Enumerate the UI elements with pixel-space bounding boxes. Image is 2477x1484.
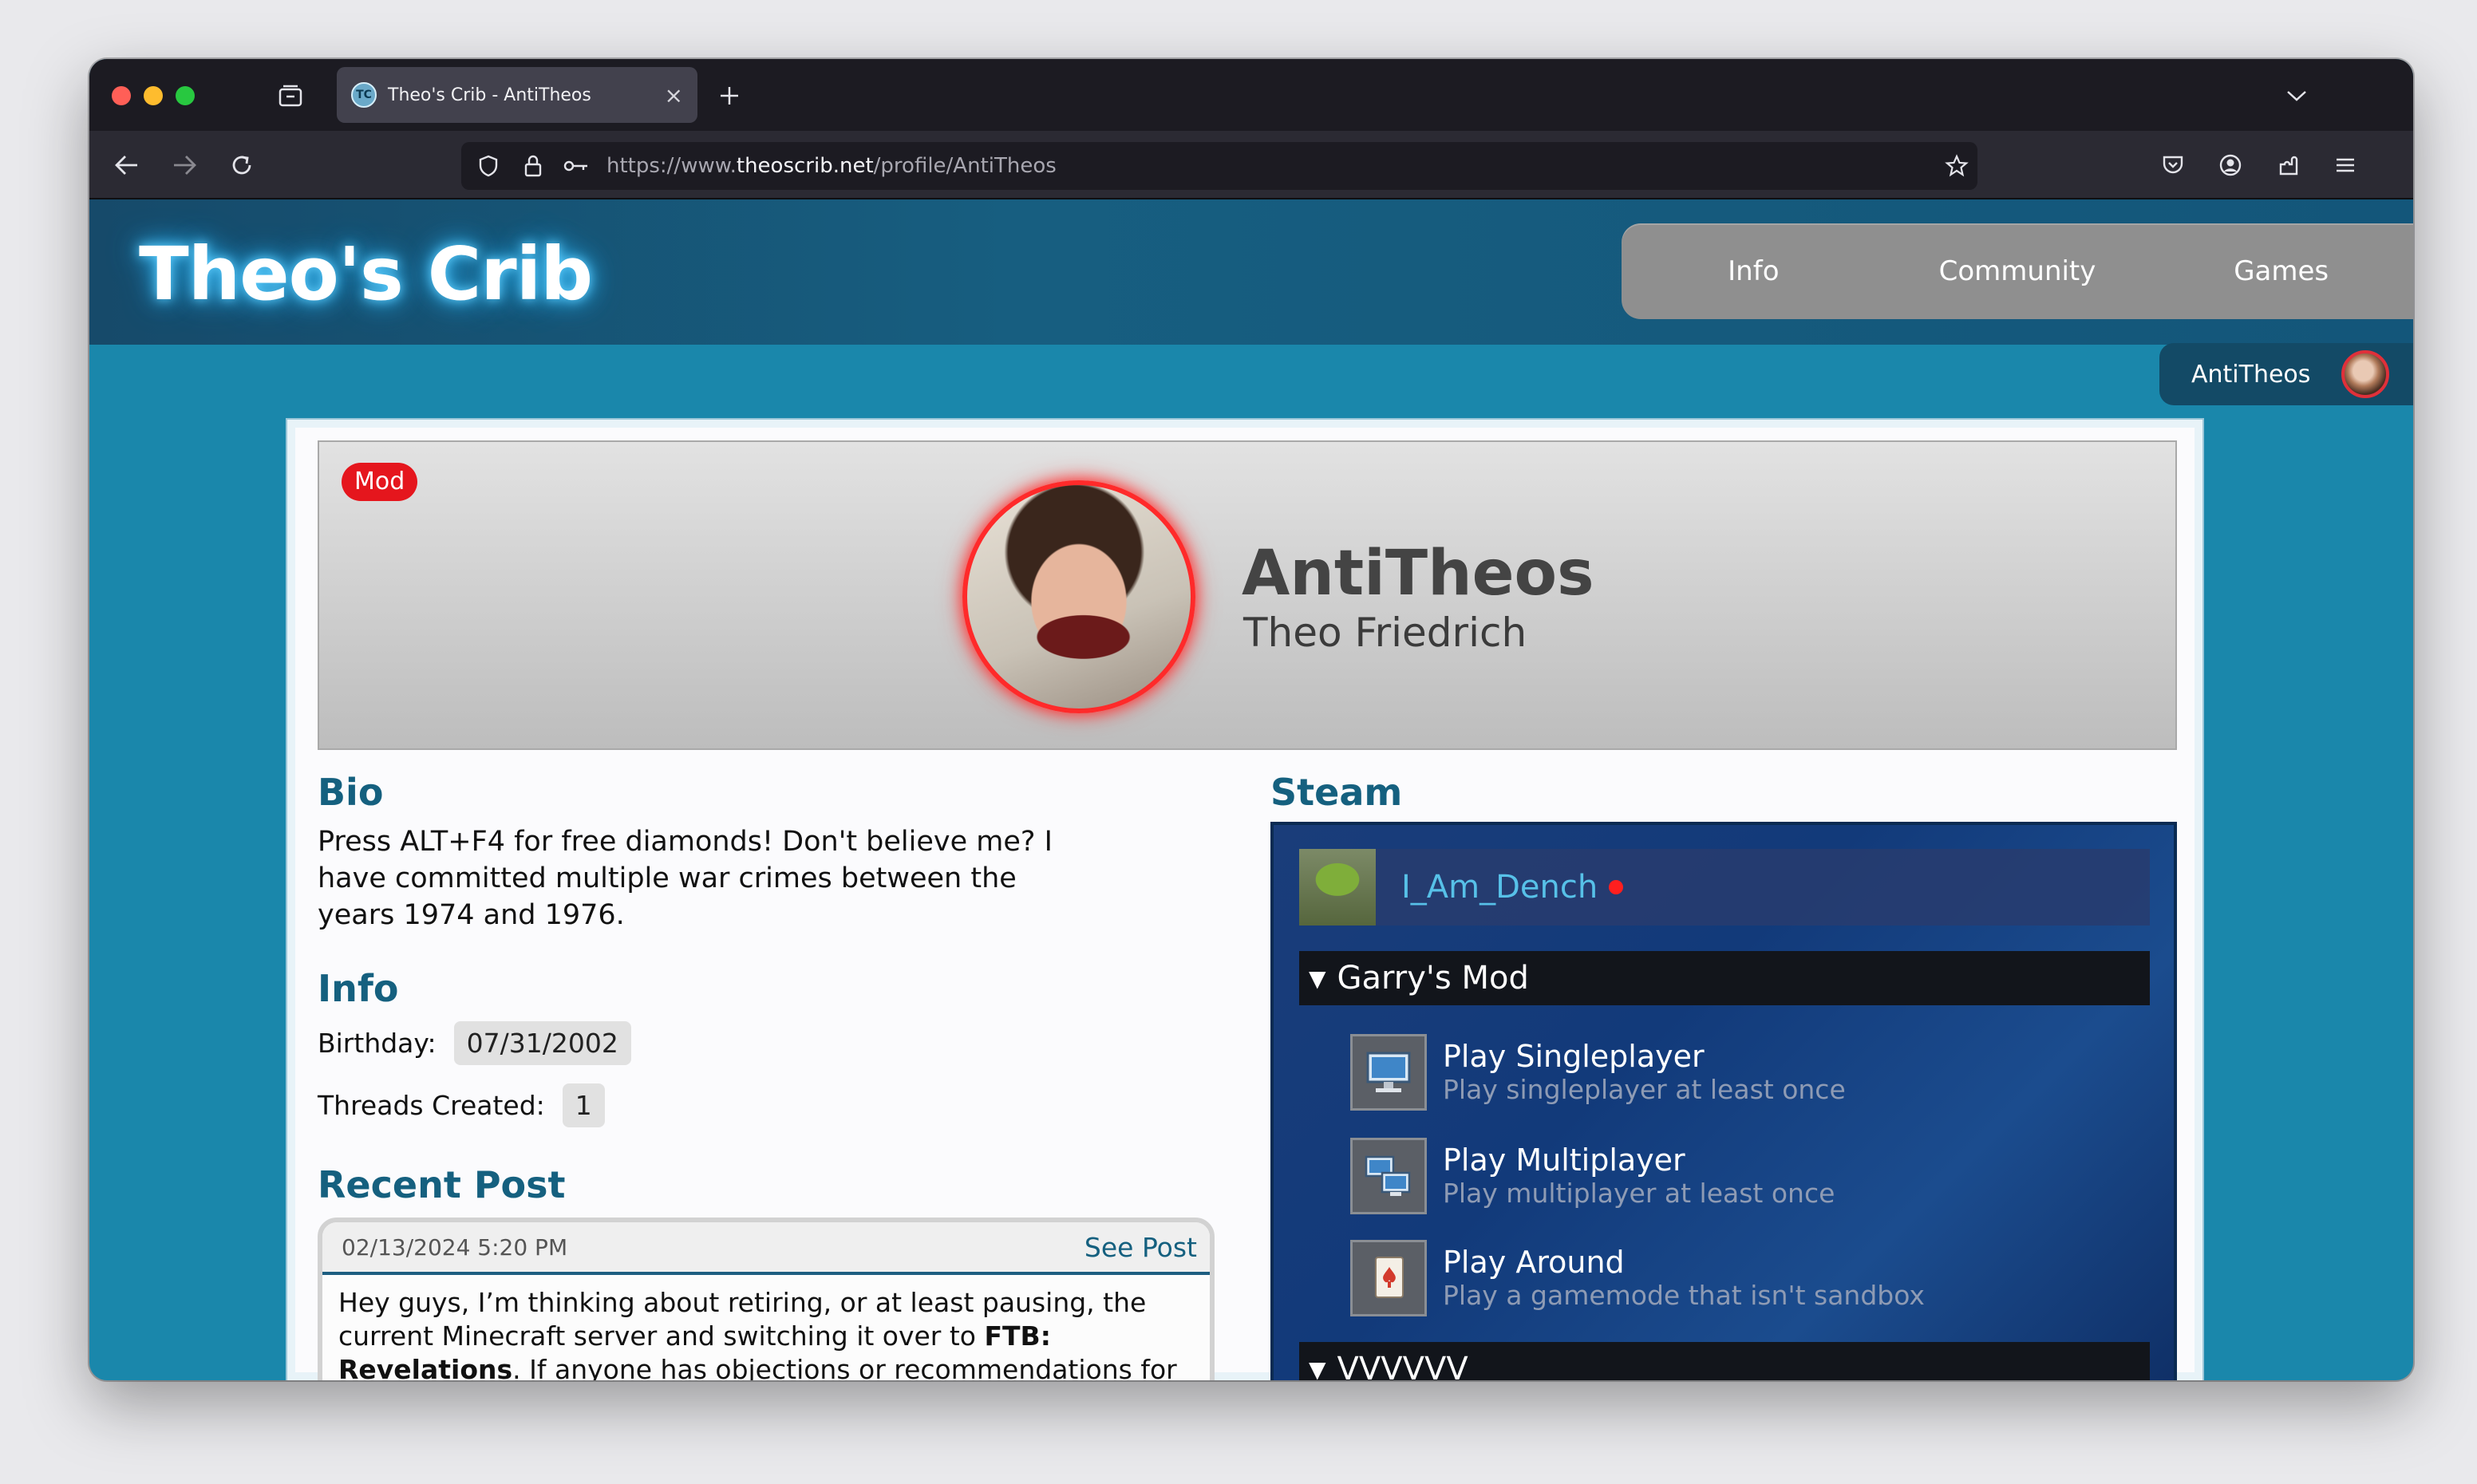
site-favicon-icon: TC (351, 82, 377, 108)
game-name: VVVVVV (1337, 1351, 1468, 1380)
achievement-desc: Play a gamemode that isn't sandbox (1443, 1280, 1925, 1311)
post-body: Hey guys, I’m thinking about retiring, o… (322, 1275, 1210, 1380)
achievement-item: Play Multiplayer Play multiplayer at lea… (1350, 1138, 1835, 1214)
key-icon[interactable] (560, 150, 592, 182)
tab-title: Theo's Crib - AntiTheos (388, 85, 591, 105)
steam-widget: I_Am_Dench ▼ Garry's Mod Play Singleplay… (1270, 822, 2177, 1380)
info-heading: Info (318, 967, 399, 1010)
nav-games-link[interactable]: Games (2149, 255, 2413, 287)
site-logo[interactable]: Theo's Crib (139, 231, 593, 317)
tab-active[interactable]: TC Theo's Crib - AntiTheos × (337, 67, 697, 123)
navigation-toolbar: https://www.theoscrib.net/profile/AntiTh… (89, 131, 2413, 199)
steam-user-row[interactable]: I_Am_Dench (1299, 849, 2150, 926)
address-bar[interactable]: https://www.theoscrib.net/profile/AntiTh… (461, 142, 1977, 190)
profile-real-name: Theo Friedrich (1243, 610, 1527, 656)
shield-icon[interactable] (472, 150, 504, 182)
url-path: /profile/AntiTheos (873, 154, 1057, 178)
extensions-puzzle-icon[interactable] (2270, 147, 2306, 184)
chevron-down-icon[interactable] (2279, 78, 2314, 113)
tab-bar: TC Theo's Crib - AntiTheos × (89, 59, 2413, 131)
minimize-window-button[interactable] (144, 86, 163, 105)
see-post-link[interactable]: See Post (1084, 1232, 1197, 1263)
browser-window: TC Theo's Crib - AntiTheos × https://www… (89, 59, 2413, 1380)
game-header-garrys-mod[interactable]: ▼ Garry's Mod (1299, 951, 2150, 1005)
achievement-name: Play Singleplayer (1443, 1039, 1705, 1074)
lock-icon[interactable] (517, 150, 549, 182)
bio-heading: Bio (318, 771, 384, 814)
recent-post-card: 02/13/2024 5:20 PM See Post Hey guys, I’… (318, 1218, 1215, 1380)
url-prefix: https://www. (606, 154, 737, 178)
profile-banner: Mod AntiTheos Theo Friedrich (318, 440, 2177, 750)
tab-overview-icon[interactable] (275, 80, 306, 112)
playing-card-icon (1350, 1240, 1427, 1316)
current-user-chip[interactable]: AntiTheos (2159, 343, 2413, 405)
steam-username[interactable]: I_Am_Dench (1401, 869, 1598, 906)
monitor-icon (1350, 1034, 1427, 1111)
achievement-name: Play Around (1443, 1245, 1625, 1280)
forward-arrow-icon[interactable] (164, 145, 204, 185)
back-arrow-icon[interactable] (107, 145, 147, 185)
caret-down-icon: ▼ (1309, 965, 1326, 992)
post-date: 02/13/2024 5:20 PM (342, 1233, 568, 1261)
game-name: Garry's Mod (1337, 960, 1529, 997)
birthday-label: Birthday: (318, 1028, 437, 1059)
profile-username: AntiTheos (1242, 538, 1594, 610)
achievement-item: Play Around Play a gamemode that isn't s… (1350, 1240, 1925, 1316)
achievement-desc: Play singleplayer at least once (1443, 1074, 1846, 1105)
reload-icon[interactable] (222, 145, 262, 185)
profile-avatar (962, 480, 1195, 713)
hamburger-menu-icon[interactable] (2327, 147, 2364, 184)
tab-close-icon[interactable]: × (665, 82, 683, 109)
maximize-window-button[interactable] (176, 86, 195, 105)
achievement-desc: Play multiplayer at least once (1443, 1178, 1835, 1209)
recent-post-heading: Recent Post (318, 1163, 566, 1206)
threads-label: Threads Created: (318, 1090, 545, 1121)
url-host: theoscrib.net (736, 154, 874, 178)
achievement-name: Play Multiplayer (1443, 1143, 1685, 1178)
bio-text: Press ALT+F4 for free diamonds! Don't be… (318, 826, 1053, 931)
current-user-avatar (2341, 350, 2389, 398)
pocket-icon[interactable] (2155, 147, 2191, 184)
birthday-value: 07/31/2002 (453, 1021, 631, 1065)
nav-community-link[interactable]: Community (1886, 255, 2150, 287)
profile-card: Mod AntiTheos Theo Friedrich Bio Press A… (287, 420, 2202, 1380)
current-user-name: AntiTheos (2191, 360, 2311, 389)
threads-row: Threads Created: 1 (318, 1083, 605, 1127)
steam-avatar (1299, 849, 1376, 926)
new-tab-icon[interactable] (712, 78, 747, 113)
threads-value: 1 (562, 1083, 605, 1127)
steam-heading: Steam (1270, 771, 1403, 814)
site-nav: Info Community Games (1622, 223, 2413, 319)
birthday-row: Birthday: 07/31/2002 (318, 1021, 631, 1065)
caret-down-icon: ▼ (1309, 1356, 1326, 1381)
site-header: Theo's Crib Info Community Games (89, 199, 2413, 345)
bookmark-star-icon[interactable] (1941, 150, 1973, 182)
steam-status-dot (1609, 880, 1624, 894)
account-icon[interactable] (2212, 147, 2249, 184)
close-window-button[interactable] (112, 86, 131, 105)
nav-info-link[interactable]: Info (1622, 255, 1886, 287)
mod-badge: Mod (342, 463, 418, 501)
achievement-item: Play Singleplayer Play singleplayer at l… (1350, 1034, 1846, 1111)
post-header: 02/13/2024 5:20 PM See Post (322, 1222, 1210, 1275)
network-icon (1350, 1138, 1427, 1214)
game-header-vvvvvv[interactable]: ▼ VVVVVV (1299, 1342, 2150, 1380)
url-text[interactable]: https://www.theoscrib.net/profile/AntiTh… (606, 142, 1057, 190)
